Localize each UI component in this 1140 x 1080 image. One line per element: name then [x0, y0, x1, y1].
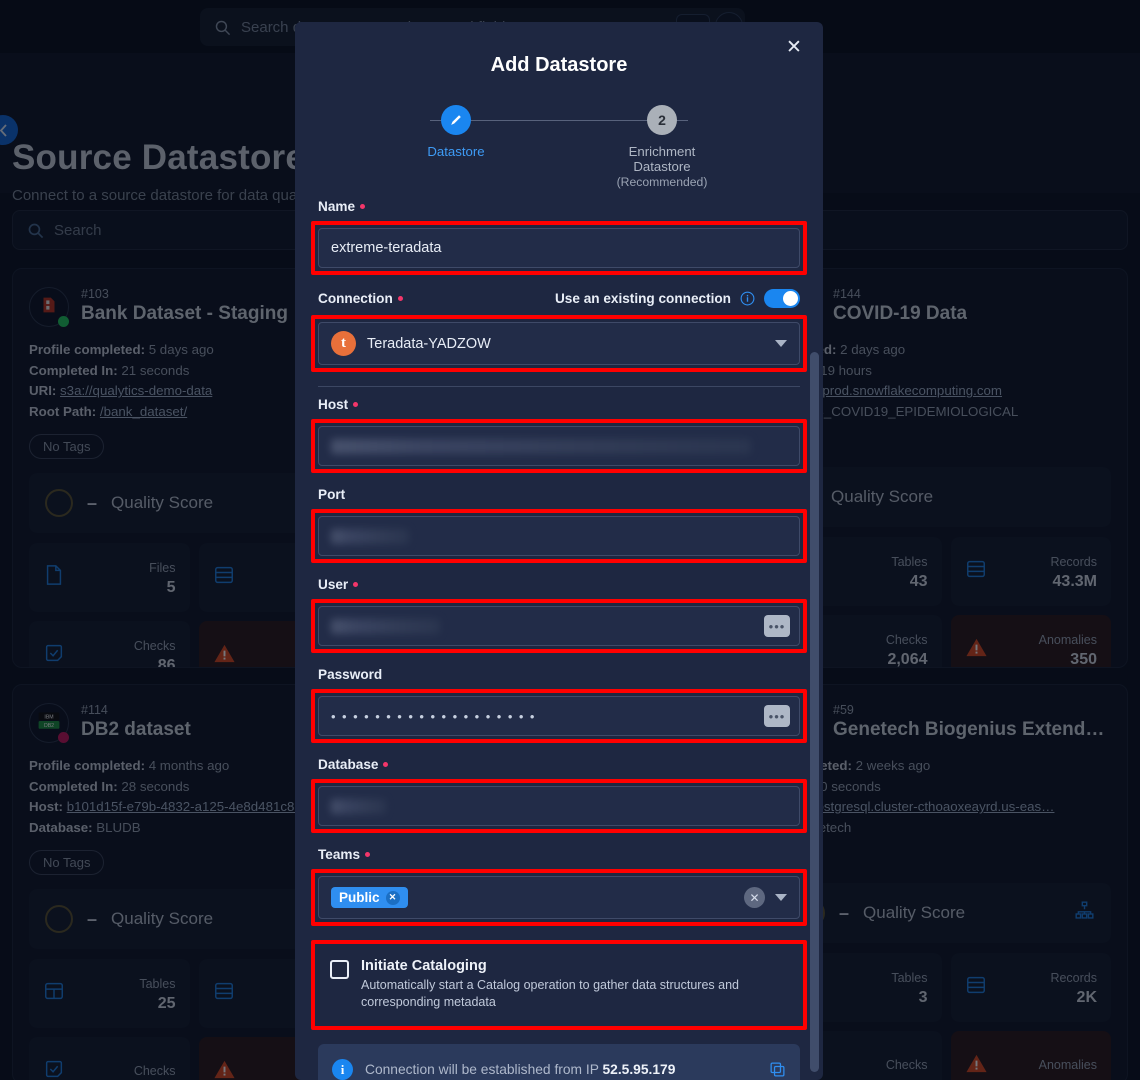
divider — [318, 386, 800, 387]
use-existing-connection-toggle[interactable] — [764, 289, 800, 308]
ip-address: 52.5.95.179 — [602, 1062, 676, 1078]
field-initiate-cataloging: Initiate Cataloging Automatically start … — [311, 940, 807, 1030]
redacted-value — [331, 438, 751, 454]
database-highlight — [311, 779, 807, 833]
password-highlight: ••••••••••••••••••• ••• — [311, 689, 807, 743]
team-chip-label: Public — [339, 890, 380, 905]
password-label: Password — [318, 667, 383, 682]
field-database: Database — [311, 757, 807, 833]
user-label: User — [318, 577, 800, 592]
initiate-cataloging-description: Automatically start a Catalog operation … — [361, 978, 739, 1009]
step-1-label: Datastore — [427, 144, 485, 159]
modal-title: Add Datastore — [490, 54, 628, 76]
ip-notice-text: Connection will be established from IP — [365, 1062, 599, 1078]
close-button[interactable]: ✕ — [781, 34, 807, 60]
use-existing-connection-label: Use an existing connection — [554, 291, 731, 306]
field-connection: Connection Use an existing connection t … — [311, 289, 807, 387]
modal-scrollbar[interactable] — [810, 352, 819, 1072]
user-highlight: ••• — [311, 599, 807, 653]
cataloging-row[interactable]: Initiate Cataloging Automatically start … — [318, 947, 800, 1023]
port-label: Port — [318, 487, 346, 502]
password-reveal-button[interactable]: ••• — [764, 705, 790, 727]
required-dot — [365, 851, 371, 857]
step-2-bubble: 2 — [647, 105, 677, 135]
connection-label: Connection — [318, 291, 403, 306]
connection-selected-value: Teradata-YADZOW — [367, 335, 491, 352]
field-teams: Teams Public ✕ ✕ — [311, 847, 807, 926]
wizard-stepper: Datastore 2 Enrichment Datastore (Recomm… — [394, 105, 724, 189]
database-label: Database — [318, 757, 800, 772]
connection-highlight: t Teradata-YADZOW — [311, 315, 807, 372]
name-input[interactable]: extreme-teradata — [318, 228, 800, 268]
field-name: Name extreme-teradata — [311, 199, 807, 275]
chevron-down-icon — [775, 894, 787, 901]
clear-teams-button[interactable]: ✕ — [744, 887, 765, 908]
field-port: Port — [311, 487, 807, 563]
initiate-cataloging-checkbox[interactable] — [330, 960, 349, 979]
close-icon: ✕ — [786, 36, 802, 58]
add-datastore-modal: ✕ Add Datastore Datastore 2 Enrichment D… — [295, 22, 823, 1080]
required-dot — [353, 401, 359, 407]
field-user: User ••• — [311, 577, 807, 653]
required-dot — [397, 295, 403, 301]
initiate-cataloging-label: Initiate Cataloging — [361, 958, 487, 974]
chevron-down-icon — [775, 340, 787, 347]
redacted-value — [331, 528, 409, 544]
field-host: Host — [311, 397, 807, 473]
password-masked-value: ••••••••••••••••••• — [331, 708, 541, 724]
step-2-sublabel: (Recommended) — [616, 175, 708, 189]
user-reveal-button[interactable]: ••• — [764, 615, 790, 637]
connection-select[interactable]: t Teradata-YADZOW — [318, 322, 800, 365]
remove-chip-icon[interactable]: ✕ — [385, 890, 400, 905]
teams-label: Teams — [318, 847, 800, 862]
info-icon[interactable] — [740, 291, 755, 306]
host-highlight — [311, 419, 807, 473]
info-icon: i — [332, 1059, 353, 1080]
step-enrichment[interactable]: 2 Enrichment Datastore (Recommended) — [602, 105, 722, 189]
port-highlight — [311, 509, 807, 563]
teams-select[interactable]: Public ✕ ✕ — [318, 876, 800, 919]
database-input[interactable] — [318, 786, 800, 826]
step-datastore[interactable]: Datastore — [396, 105, 516, 159]
user-input[interactable]: ••• — [318, 606, 800, 646]
required-dot — [353, 581, 359, 587]
password-input[interactable]: ••••••••••••••••••• ••• — [318, 696, 800, 736]
required-dot — [383, 761, 389, 767]
team-chip-public[interactable]: Public ✕ — [331, 887, 408, 908]
cataloging-highlight: Initiate Cataloging Automatically start … — [311, 940, 807, 1030]
pencil-icon — [451, 115, 461, 125]
port-input[interactable] — [318, 516, 800, 556]
required-dot — [360, 203, 366, 209]
step-2-label: Enrichment Datastore — [628, 144, 696, 174]
field-password: Password ••••••••••••••••••• ••• — [311, 667, 807, 743]
name-highlight: extreme-teradata — [311, 221, 807, 275]
teradata-icon: t — [331, 331, 356, 356]
ip-notice: i Connection will be established from IP… — [318, 1043, 800, 1080]
step-1-bubble — [441, 105, 471, 135]
teams-highlight: Public ✕ ✕ — [311, 869, 807, 926]
host-input[interactable] — [318, 426, 800, 466]
copy-icon[interactable] — [769, 1061, 786, 1078]
redacted-value — [331, 798, 386, 814]
host-label: Host — [318, 397, 800, 412]
redacted-value — [331, 618, 441, 634]
name-label: Name — [318, 199, 800, 214]
